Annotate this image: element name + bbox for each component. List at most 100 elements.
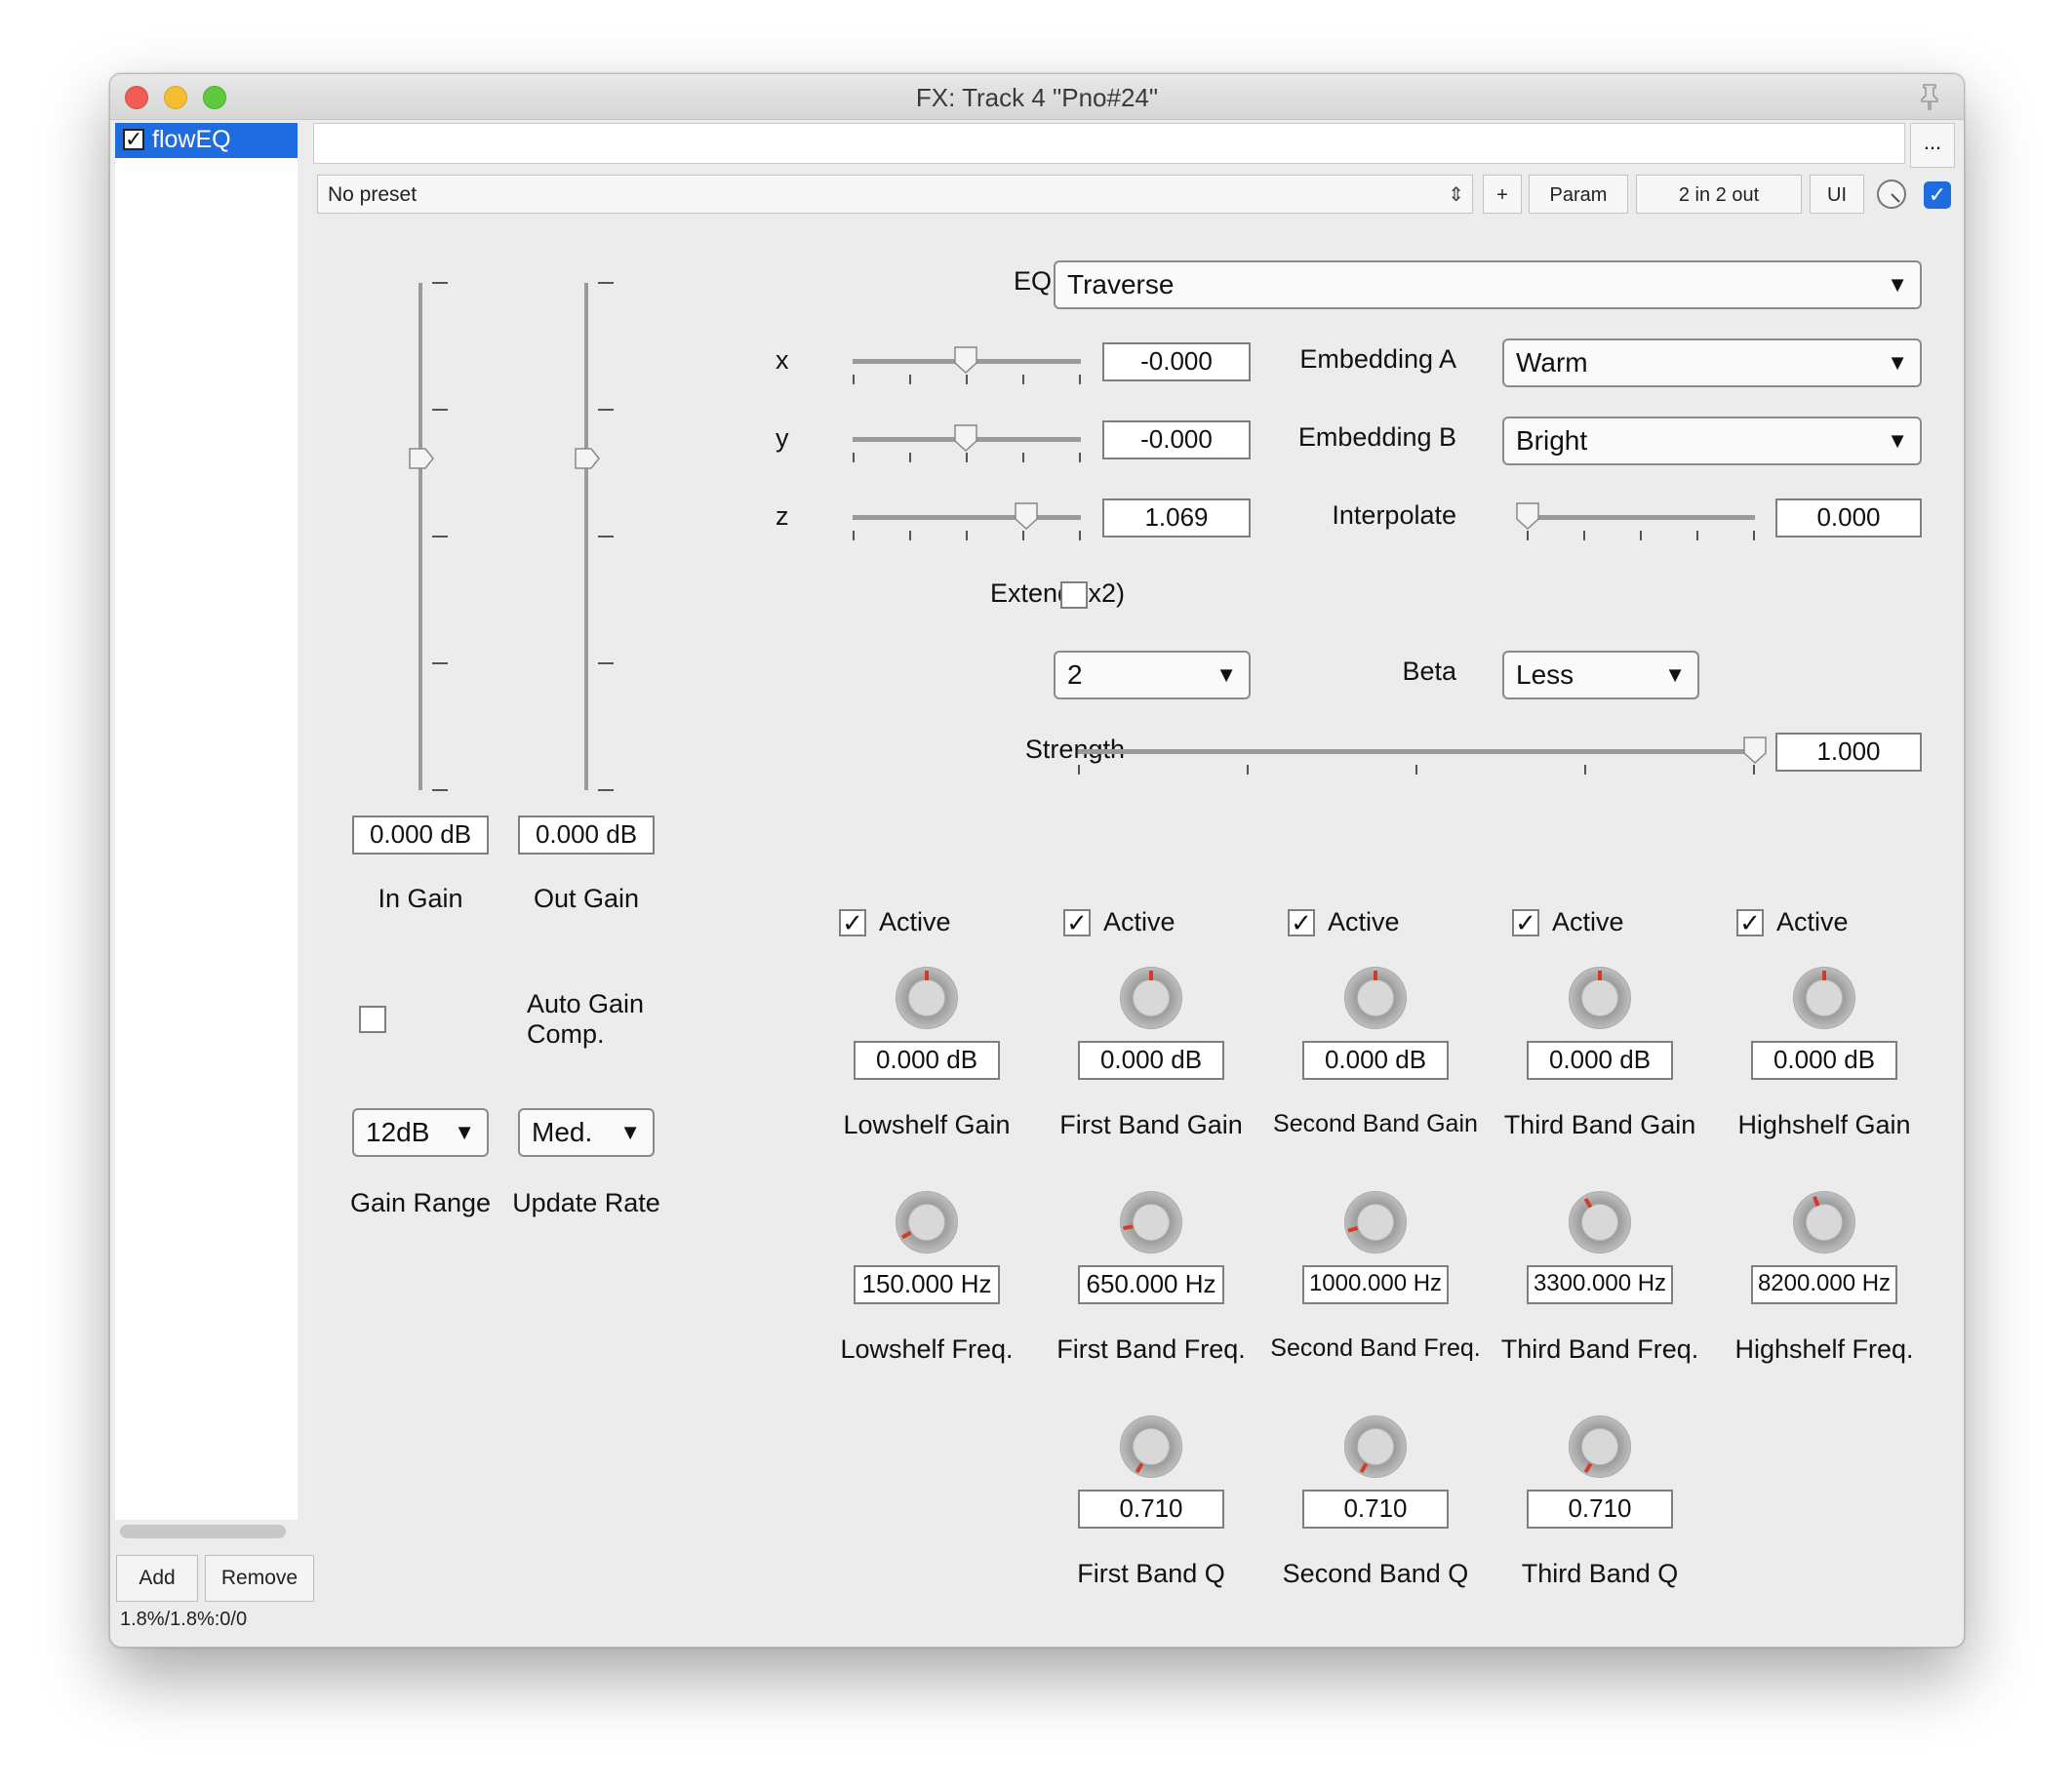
highshelf-gain-label: Highshelf Gain xyxy=(1737,1110,1911,1139)
out-gain-slider[interactable] xyxy=(584,283,588,790)
param-button[interactable]: Param xyxy=(1529,175,1628,214)
y-label: y xyxy=(776,423,789,453)
in-gain-tick xyxy=(432,282,448,284)
band-active-label: Active xyxy=(1552,907,1624,936)
second-band-gain-knob[interactable] xyxy=(1344,967,1407,1029)
in-gain-value[interactable]: 0.000 dB xyxy=(352,816,489,855)
strength-value[interactable]: 1.000 xyxy=(1775,733,1922,772)
update-rate-select[interactable]: Med. ▼ xyxy=(518,1108,655,1157)
first-band-q-label: First Band Q xyxy=(1077,1559,1225,1588)
interpolate-slider[interactable] xyxy=(1527,515,1755,520)
pin-icon[interactable] xyxy=(1915,82,1944,111)
remove-fx-button[interactable]: Remove xyxy=(205,1555,314,1602)
lowshelf-freq-value[interactable]: 150.000 Hz xyxy=(854,1265,1000,1304)
dropdown-arrow-icon: ▼ xyxy=(1887,272,1908,297)
third-band-freq-value[interactable]: 3300.000 Hz xyxy=(1527,1265,1673,1304)
third-band-gain-value[interactable]: 0.000 dB xyxy=(1527,1041,1673,1080)
embedding-b-select[interactable]: Bright ▼ xyxy=(1502,417,1922,465)
strength-slider[interactable] xyxy=(1078,749,1755,754)
first-band-q-value[interactable]: 0.710 xyxy=(1078,1490,1224,1529)
highshelf-freq-knob[interactable] xyxy=(1793,1191,1855,1254)
eq-mode-select[interactable]: Traverse ▼ xyxy=(1054,260,1922,309)
auto-gain-checkbox[interactable] xyxy=(359,1006,386,1033)
dropdown-arrow-icon: ▼ xyxy=(1887,428,1908,453)
second-band-freq-knob[interactable] xyxy=(1344,1191,1407,1254)
third-band-q-knob[interactable] xyxy=(1569,1415,1631,1478)
embedding-a-select[interactable]: Warm ▼ xyxy=(1502,338,1922,387)
out-gain-value[interactable]: 0.000 dB xyxy=(518,816,655,855)
second-band-q-value[interactable]: 0.710 xyxy=(1302,1490,1449,1529)
ui-button[interactable]: UI xyxy=(1810,175,1864,214)
second-band-gain-label: Second Band Gain xyxy=(1273,1110,1478,1137)
strength-tick xyxy=(1415,765,1417,775)
z-slider-thumb[interactable] xyxy=(1014,501,1039,531)
second-band-q-knob[interactable] xyxy=(1344,1415,1407,1478)
first-band-freq-label: First Band Freq. xyxy=(1056,1334,1246,1364)
add-fx-button[interactable]: Add xyxy=(116,1555,198,1602)
first-band-freq-value[interactable]: 650.000 Hz xyxy=(1078,1265,1224,1304)
fx-chain-item-floweq[interactable]: ✓ flowEQ xyxy=(115,123,298,158)
band-active-checkbox[interactable]: ✓ xyxy=(1288,909,1315,936)
add-preset-button[interactable]: + xyxy=(1483,175,1522,214)
highshelf-gain-knob[interactable] xyxy=(1793,967,1855,1029)
band-active-checkbox[interactable]: ✓ xyxy=(1063,909,1091,936)
band-active-checkbox[interactable]: ✓ xyxy=(1512,909,1539,936)
z-slider[interactable] xyxy=(853,515,1081,520)
strength-tick xyxy=(1753,765,1755,775)
x-tick xyxy=(966,375,968,384)
in-gain-slider[interactable] xyxy=(418,283,422,790)
first-band-gain-knob[interactable] xyxy=(1120,967,1182,1029)
first-band-q-knob[interactable] xyxy=(1120,1415,1182,1478)
in-gain-tick xyxy=(432,789,448,791)
window-title: FX: Track 4 "Pno#24" xyxy=(915,83,1159,112)
preset-select[interactable]: No preset ⇕ xyxy=(317,175,1473,214)
in-gain-thumb[interactable] xyxy=(408,445,435,472)
interpolate-value[interactable]: 0.000 xyxy=(1775,498,1922,537)
first-band-freq-knob[interactable] xyxy=(1120,1191,1182,1254)
third-band-freq-knob[interactable] xyxy=(1569,1191,1631,1254)
wet-knob-icon[interactable] xyxy=(1876,179,1907,210)
updown-icon: ⇕ xyxy=(1448,184,1464,206)
first-band-gain-label: First Band Gain xyxy=(1059,1110,1243,1139)
x-slider-thumb[interactable] xyxy=(953,345,978,375)
second-band-freq-value[interactable]: 1000.000 Hz xyxy=(1302,1265,1449,1304)
first-band-gain-value[interactable]: 0.000 dB xyxy=(1078,1041,1224,1080)
lowshelf-gain-value[interactable]: 0.000 dB xyxy=(854,1041,1000,1080)
highshelf-freq-value[interactable]: 8200.000 Hz xyxy=(1751,1265,1897,1304)
eq-mode-value: Traverse xyxy=(1067,269,1175,299)
highshelf-gain-value[interactable]: 0.000 dB xyxy=(1751,1041,1897,1080)
more-button[interactable]: ... xyxy=(1910,123,1955,168)
beta-select[interactable]: Less ▼ xyxy=(1502,651,1699,699)
third-band-gain-knob[interactable] xyxy=(1569,967,1631,1029)
extend-checkbox[interactable] xyxy=(1060,581,1088,609)
io-button[interactable]: 2 in 2 out xyxy=(1636,175,1802,214)
dropdown-arrow-icon: ▼ xyxy=(1664,662,1686,687)
lowshelf-freq-knob[interactable] xyxy=(896,1191,958,1254)
beta-value: Less xyxy=(1516,659,1574,690)
out-gain-tick xyxy=(598,789,614,791)
second-band-gain-value[interactable]: 0.000 dB xyxy=(1302,1041,1449,1080)
strength-slider-thumb[interactable] xyxy=(1742,736,1768,765)
band-active-label: Active xyxy=(1776,907,1849,936)
third-band-q-value[interactable]: 0.710 xyxy=(1527,1490,1673,1529)
lowshelf-gain-knob[interactable] xyxy=(896,967,958,1029)
gain-range-value: 12dB xyxy=(366,1117,430,1147)
out-gain-thumb[interactable] xyxy=(574,445,601,472)
bypass-checkbox[interactable]: ✓ xyxy=(1924,181,1951,209)
band-active-label: Active xyxy=(1328,907,1400,936)
out-gain-tick xyxy=(598,409,614,411)
y-tick xyxy=(966,453,968,462)
interpolate-slider-thumb[interactable] xyxy=(1515,501,1540,531)
third-band-gain-label: Third Band Gain xyxy=(1503,1110,1696,1139)
horizontal-scrollbar[interactable] xyxy=(120,1525,286,1538)
interpolate-tick xyxy=(1640,531,1642,540)
y-slider-thumb[interactable] xyxy=(953,423,978,453)
fx-name-field[interactable] xyxy=(313,123,1905,164)
update-rate-value: Med. xyxy=(532,1117,593,1147)
band-active-checkbox[interactable]: ✓ xyxy=(839,909,866,936)
band-active-checkbox[interactable]: ✓ xyxy=(1736,909,1764,936)
gain-range-select[interactable]: 12dB ▼ xyxy=(352,1108,489,1157)
fx-window: FX: Track 4 "Pno#24" ✓ flowEQ Add Remove… xyxy=(109,73,1965,1648)
second-band-freq-label: Second Band Freq. xyxy=(1270,1334,1481,1362)
fx-enable-checkbox[interactable]: ✓ xyxy=(123,129,144,150)
